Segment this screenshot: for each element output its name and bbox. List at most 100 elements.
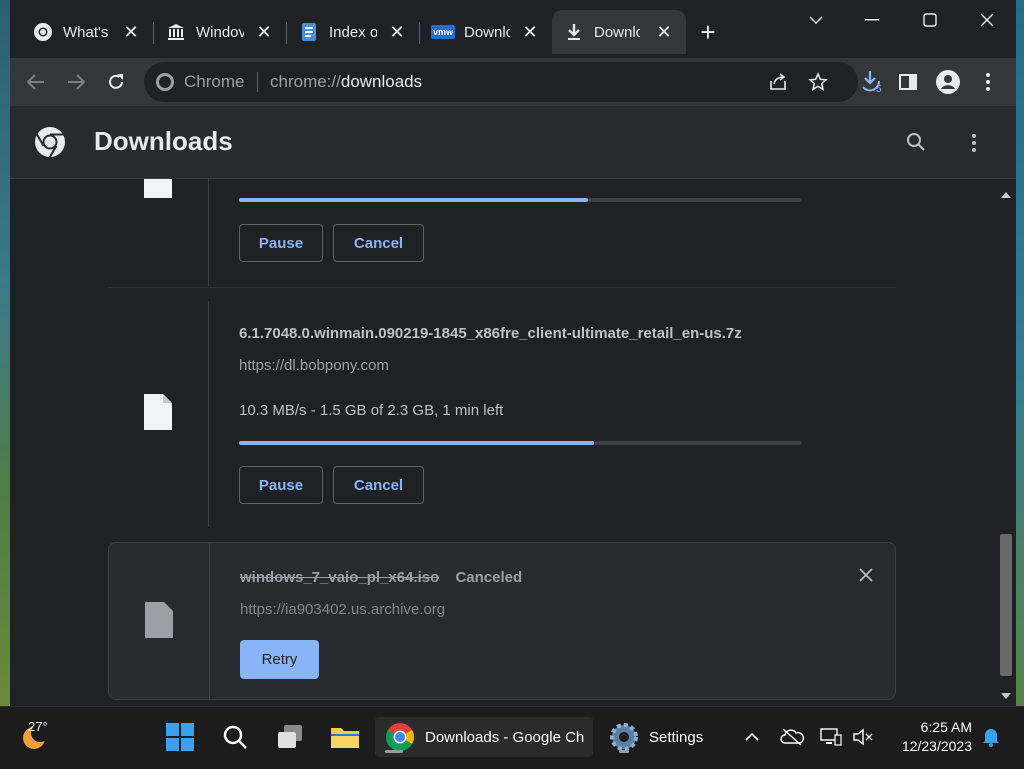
notification-bell-icon[interactable] <box>978 717 1004 757</box>
new-tab-plus-icon[interactable]: + <box>696 19 720 45</box>
scroll-up-arrow-icon[interactable] <box>1001 185 1011 203</box>
minimize-icon[interactable] <box>852 6 892 34</box>
chrome-icon <box>33 22 53 42</box>
scroll-down-arrow-icon[interactable] <box>1001 686 1011 704</box>
file-icon <box>145 602 173 638</box>
network-icon[interactable] <box>818 717 844 757</box>
bookmark-star-icon[interactable] <box>802 66 834 98</box>
site-info-chip[interactable]: Chrome <box>156 62 244 102</box>
tab-windows[interactable]: Windov ✕ <box>154 10 286 54</box>
volume-muted-icon[interactable] <box>850 717 876 757</box>
share-icon[interactable] <box>762 66 794 98</box>
tab-downloads-active[interactable]: Downlc ✕ <box>552 10 686 54</box>
close-tab-icon[interactable]: ✕ <box>654 22 674 42</box>
chrome-menu-icon[interactable] <box>972 66 1004 98</box>
file-icon <box>144 179 172 198</box>
tab-search-chevron-icon[interactable] <box>796 6 836 34</box>
download-item: 6.1.7048.0.winmain.090219-1845_x86fre_cl… <box>108 301 896 527</box>
archive-icon <box>166 22 186 42</box>
running-indicator <box>385 750 403 753</box>
url-scheme: chrome:// <box>270 72 341 91</box>
start-windows-icon[interactable] <box>160 717 200 757</box>
downloads-count-badge: 5 <box>876 84 882 95</box>
tab-index-of[interactable]: Index o ✕ <box>287 10 419 54</box>
chrome-logo-icon <box>34 126 66 159</box>
item-divider <box>209 543 210 699</box>
task-view-icon[interactable] <box>270 717 310 757</box>
download-url[interactable]: https://ia903402.us.archive.org <box>240 601 445 618</box>
downloads-header: Downloads <box>10 106 1016 179</box>
chrome-taskbar-icon <box>386 723 414 751</box>
reload-icon[interactable] <box>100 66 132 98</box>
onedrive-offline-icon[interactable] <box>778 717 806 757</box>
clock-time: 6:25 AM <box>920 719 972 735</box>
system-clock[interactable]: 6:25 AM 12/23/2023 <box>884 719 972 754</box>
pause-button[interactable]: Pause <box>239 466 323 504</box>
page-scrollbar[interactable] <box>996 179 1016 700</box>
item-divider <box>208 179 209 286</box>
download-url[interactable]: https://dl.bobpony.com <box>239 357 389 374</box>
page-title: Downloads <box>94 126 233 156</box>
taskbar-settings-label: Settings <box>649 728 704 746</box>
download-filename[interactable]: 6.1.7048.0.winmain.090219-1845_x86fre_cl… <box>239 325 742 342</box>
file-explorer-icon[interactable] <box>325 717 365 757</box>
retry-button[interactable]: Retry <box>240 640 319 679</box>
profile-avatar-icon[interactable] <box>932 66 964 98</box>
running-indicator <box>619 750 629 753</box>
settings-gear-icon <box>610 723 638 751</box>
site-chip-label: Chrome <box>184 72 245 91</box>
progress-fill <box>239 198 589 202</box>
cancel-button[interactable]: Cancel <box>333 224 424 262</box>
search-icon[interactable] <box>906 132 926 157</box>
side-panel-icon[interactable] <box>892 66 924 98</box>
download-progress-bar <box>239 441 802 445</box>
url-host: downloads <box>340 72 423 91</box>
downloads-list: Pause Cancel 6.1.7048.0.winmain.090219-1… <box>10 179 996 700</box>
close-window-icon[interactable] <box>967 6 1007 34</box>
tab-title: Downlc <box>464 23 510 41</box>
cancel-button[interactable]: Cancel <box>333 466 424 504</box>
weather-widget[interactable]: 27° <box>10 717 60 757</box>
tab-vmware-downloads[interactable]: vmw Downlc ✕ <box>420 10 552 54</box>
address-bar[interactable]: Chrome chrome://downloads <box>144 62 858 102</box>
weather-temperature: 27° <box>28 719 48 734</box>
more-options-icon[interactable] <box>972 134 976 157</box>
progress-fill <box>239 441 594 445</box>
tab-whats-new[interactable]: What's ✕ <box>10 10 153 54</box>
close-tab-icon[interactable]: ✕ <box>520 22 540 42</box>
close-tab-icon[interactable]: ✕ <box>387 22 407 42</box>
download-status: 10.3 MB/s - 1.5 GB of 2.3 GB, 1 min left <box>239 402 504 419</box>
download-progress-bar <box>239 198 802 202</box>
chrome-window: What's ✕ Windov ✕ Index o ✕ vmw Downlc ✕ <box>10 0 1016 706</box>
show-hidden-icons-chevron-icon[interactable] <box>740 717 764 757</box>
download-item: Pause Cancel <box>108 179 896 288</box>
item-divider <box>208 301 209 527</box>
downloads-toolbar-icon[interactable]: 5 <box>856 66 888 98</box>
forward-arrow-icon[interactable] <box>60 66 92 98</box>
document-icon <box>299 22 319 42</box>
browser-toolbar: Chrome chrome://downloads 5 <box>10 58 1016 106</box>
scroll-thumb[interactable] <box>1000 534 1012 676</box>
taskbar-chrome-window[interactable]: Downloads - Google Ch <box>375 717 593 757</box>
download-state: Canceled <box>455 569 523 586</box>
tab-title: Downlc <box>594 23 640 41</box>
taskbar-settings-window[interactable]: Settings <box>603 717 723 757</box>
file-icon <box>144 394 172 430</box>
close-tab-icon[interactable]: ✕ <box>254 22 274 42</box>
pause-button[interactable]: Pause <box>239 224 323 262</box>
clock-date: 12/23/2023 <box>901 738 972 754</box>
vmware-icon: vmw <box>431 25 456 39</box>
desktop-wallpaper-left <box>0 0 10 706</box>
tab-title: Windov <box>196 23 244 41</box>
url-text[interactable]: chrome://downloads <box>270 62 422 102</box>
close-tab-icon[interactable]: ✕ <box>121 22 141 42</box>
chrome-logo-icon <box>156 73 174 91</box>
address-separator <box>257 72 258 92</box>
download-item-canceled: windows_7_vaio_pl_x64.iso Canceled https… <box>108 542 896 700</box>
maximize-icon[interactable] <box>910 6 950 34</box>
tab-strip: What's ✕ Windov ✕ Index o ✕ vmw Downlc ✕ <box>10 0 1016 58</box>
back-arrow-icon[interactable] <box>20 66 52 98</box>
remove-item-close-icon[interactable] <box>859 568 873 587</box>
tab-title: Index o <box>329 23 377 41</box>
search-taskbar-icon[interactable] <box>215 717 255 757</box>
